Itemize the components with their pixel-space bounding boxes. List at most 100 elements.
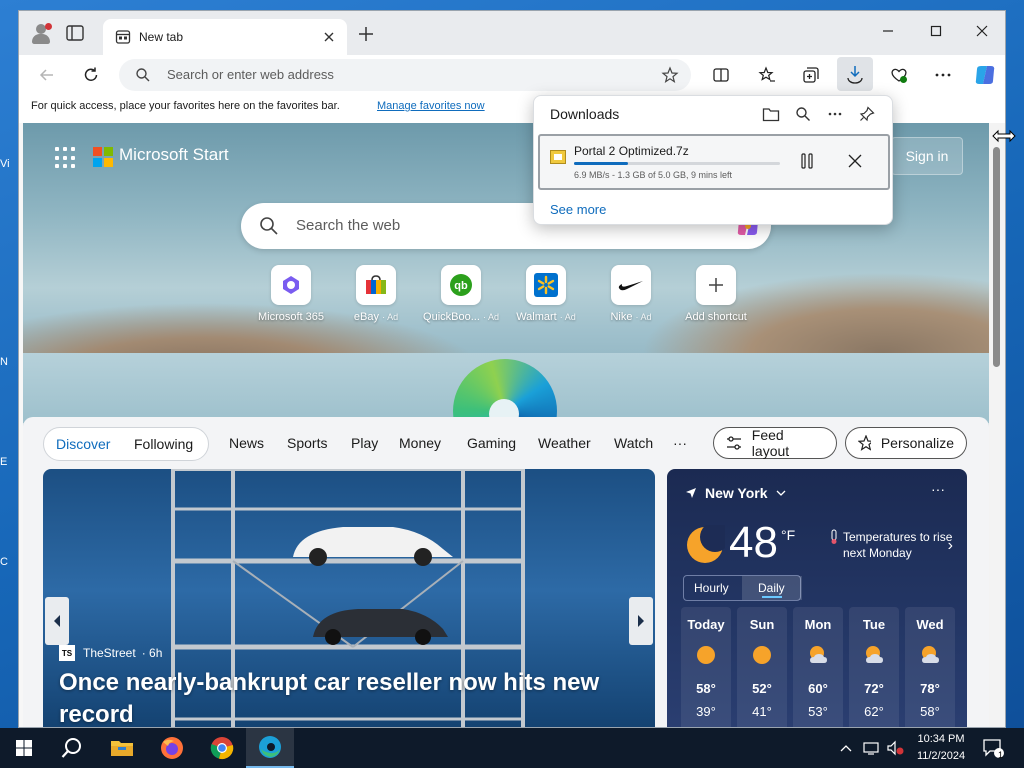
collections-button[interactable]: [801, 65, 821, 85]
shortcut-label: Nike: [610, 311, 633, 323]
forecast-day[interactable]: Mon 60° 53°: [793, 607, 843, 727]
download-item[interactable]: Portal 2 Optimized.7z 6.9 MB/s - 1.3 GB …: [538, 134, 890, 190]
clock-date: 11/2/2024: [916, 750, 966, 762]
shortcut-walmart[interactable]: Walmart · Ad: [504, 265, 588, 323]
tab-discover[interactable]: Discover: [56, 436, 110, 452]
shortcut-add[interactable]: Add shortcut: [674, 265, 758, 323]
favorites-button[interactable]: [757, 65, 777, 85]
volume-tray-icon[interactable]: [884, 728, 906, 768]
file-explorer-button[interactable]: [98, 728, 146, 768]
feed-layout-label: Feed layout: [751, 427, 790, 459]
see-more-link[interactable]: See more: [550, 202, 606, 217]
start-button[interactable]: [0, 728, 48, 768]
daily-tab[interactable]: Daily: [758, 581, 785, 595]
temperature-unit[interactable]: °F: [781, 527, 795, 543]
tab-news[interactable]: News: [229, 435, 264, 451]
sign-in-button[interactable]: Sign in: [891, 137, 963, 175]
copilot-icon: [975, 66, 995, 84]
previous-article-button[interactable]: [45, 597, 69, 645]
resize-cursor-icon: [992, 129, 1016, 143]
search-button[interactable]: [48, 728, 96, 768]
manage-favorites-link[interactable]: Manage favorites now: [377, 100, 485, 112]
ebay-bag-icon: [366, 275, 386, 294]
chrome-button[interactable]: [198, 728, 246, 768]
search-icon: [796, 107, 810, 121]
shortcut-ebay[interactable]: eBay · Ad: [334, 265, 418, 323]
scrollbar-thumb[interactable]: [993, 147, 1000, 367]
weather-location[interactable]: New York: [685, 485, 786, 501]
profile-icon[interactable]: [29, 21, 53, 45]
cancel-download-icon[interactable]: [846, 152, 864, 170]
tab-money[interactable]: Money: [399, 435, 441, 451]
downloads-more-options-button[interactable]: [826, 105, 844, 123]
tab-sports[interactable]: Sports: [287, 435, 327, 451]
tab-watch[interactable]: Watch: [614, 435, 653, 451]
app-launcher-icon[interactable]: [55, 147, 77, 169]
pin-downloads-button[interactable]: [858, 105, 876, 123]
browser-essentials-button[interactable]: [889, 65, 909, 85]
article-card[interactable]: TS TheStreet · 6h Once nearly-bankrupt c…: [43, 469, 655, 727]
search-downloads-button[interactable]: [794, 105, 812, 123]
tab-weather[interactable]: Weather: [538, 435, 591, 451]
downloads-button[interactable]: [837, 57, 873, 91]
tab-play[interactable]: Play: [351, 435, 378, 451]
minimize-button[interactable]: [865, 11, 911, 51]
microsoft-logo-icon: [93, 147, 113, 167]
article-age: · 6h: [141, 646, 163, 660]
tab-new-tab[interactable]: New tab: [103, 19, 347, 55]
weather-alert[interactable]: Temperatures to rise next Monday: [843, 529, 953, 561]
new-tab-plus-icon[interactable]: [357, 25, 375, 43]
thermometer-icon: [831, 529, 837, 544]
close-tab-icon[interactable]: [321, 29, 337, 45]
address-bar[interactable]: Search or enter web address: [119, 59, 691, 91]
article-headline[interactable]: Once nearly-bankrupt car reseller now hi…: [59, 667, 619, 727]
high-temp: 78°: [920, 681, 940, 696]
clock[interactable]: 10:34 PM 11/2/2024: [910, 731, 972, 765]
close-window-button[interactable]: [959, 11, 1005, 51]
chevron-right-icon: [638, 615, 644, 627]
news-feed: Discover Following News Sports Play Mone…: [23, 417, 989, 727]
minimize-icon: [883, 30, 893, 32]
shortcut-nike[interactable]: Nike · Ad: [589, 265, 673, 323]
edge-button[interactable]: [246, 728, 294, 768]
brand-title[interactable]: Microsoft Start: [119, 145, 229, 165]
hourly-tab[interactable]: Hourly: [694, 581, 729, 595]
alert-chevron-right-icon[interactable]: ›: [948, 537, 953, 555]
heart-pulse-icon: [891, 68, 907, 83]
tab-actions-icon[interactable]: [65, 23, 85, 43]
notification-center-button[interactable]: 1: [978, 728, 1008, 768]
maximize-button[interactable]: [913, 11, 959, 51]
network-tray-icon[interactable]: [860, 728, 882, 768]
shortcut-quickbooks[interactable]: qb QuickBoo... · Ad: [419, 265, 503, 323]
settings-more-button[interactable]: [933, 65, 953, 85]
show-hidden-icons-button[interactable]: [836, 728, 856, 768]
forecast-day[interactable]: Tue 72° 62°: [849, 607, 899, 727]
shortcut-label: QuickBoo...: [423, 311, 480, 323]
split-screen-button[interactable]: [711, 65, 731, 85]
more-tabs-button[interactable]: ···: [673, 435, 687, 451]
weather-card[interactable]: New York ··· 48 °F Temperatures to rise …: [667, 469, 967, 727]
forecast-day[interactable]: Wed 78° 58°: [905, 607, 955, 727]
pause-icon[interactable]: [798, 152, 816, 170]
page-scrollbar[interactable]: [989, 123, 1005, 727]
shortcut-microsoft-365[interactable]: Microsoft 365: [249, 265, 333, 323]
tab-gaming[interactable]: Gaming: [467, 435, 516, 451]
personalize-button[interactable]: Personalize: [845, 427, 967, 459]
next-article-button[interactable]: [629, 597, 653, 645]
refresh-button[interactable]: [81, 65, 101, 85]
copilot-button[interactable]: [973, 63, 997, 87]
folder-icon: [762, 108, 780, 122]
weather-more-button[interactable]: ···: [931, 481, 945, 497]
add-favorite-star-icon[interactable]: [661, 66, 679, 84]
location-arrow-icon: [686, 488, 696, 498]
article-source[interactable]: TS TheStreet · 6h: [59, 645, 162, 661]
feed-layout-button[interactable]: Feed layout: [713, 427, 837, 459]
back-button[interactable]: [37, 65, 57, 85]
firefox-button[interactable]: [148, 728, 196, 768]
day-name: Mon: [804, 617, 832, 632]
tab-following[interactable]: Following: [134, 436, 193, 452]
open-downloads-folder-button[interactable]: [762, 105, 780, 123]
forecast-day[interactable]: Sun 52° 41°: [737, 607, 787, 727]
shortcut-label: Walmart: [516, 311, 557, 323]
forecast-day[interactable]: Today 58° 39°: [681, 607, 731, 727]
